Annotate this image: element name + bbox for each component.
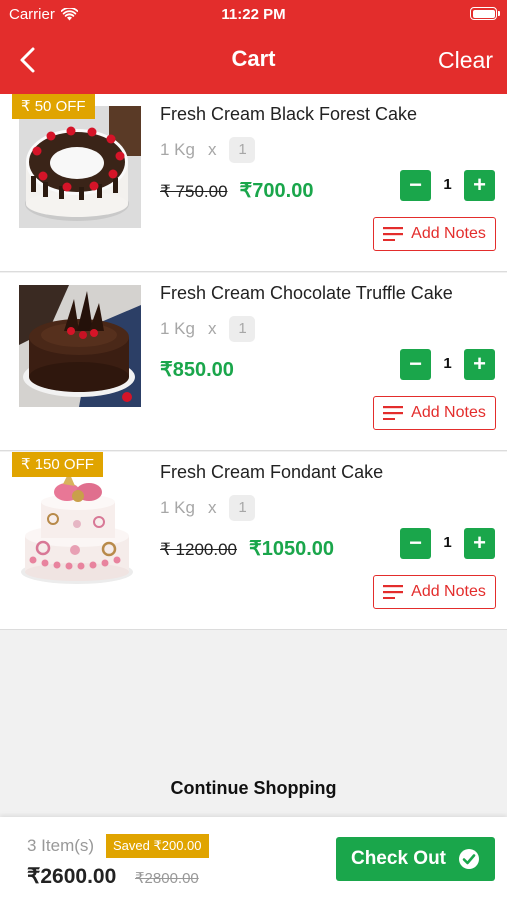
- battery-icon: [470, 7, 500, 20]
- minus-icon: −: [409, 351, 422, 376]
- offer-badge: ₹ 50 OFF: [12, 94, 95, 119]
- clear-cart-button[interactable]: Clear: [438, 47, 493, 74]
- minus-icon: −: [409, 530, 422, 555]
- item-name: Fresh Cream Chocolate Truffle Cake: [160, 283, 453, 303]
- app-header: Carrier 11:22 PM Cart Clear: [0, 0, 507, 94]
- status-bar: Carrier 11:22 PM: [0, 0, 507, 30]
- quantity-value: 1: [443, 176, 452, 193]
- item-unit-count: 1: [229, 137, 256, 163]
- add-notes-button[interactable]: Add Notes: [373, 217, 496, 251]
- quantity-value: 1: [443, 534, 452, 551]
- decrease-quantity-button[interactable]: −: [400, 528, 431, 559]
- cart-item: ₹ 150 OFF Fresh Cream Fondant Cake 1 Kg …: [0, 452, 507, 630]
- add-notes-label: Add Notes: [411, 225, 486, 242]
- add-notes-button[interactable]: Add Notes: [373, 575, 496, 609]
- minus-icon: −: [409, 172, 422, 197]
- plus-icon: +: [473, 172, 486, 197]
- decrease-quantity-button[interactable]: −: [400, 349, 431, 380]
- item-weight-row: 1 Kg x 1: [160, 316, 256, 342]
- quantity-stepper: − 1 +: [400, 528, 495, 559]
- sale-price: ₹850.00: [160, 359, 234, 381]
- chocolate-truffle-cake-image: [19, 285, 141, 407]
- item-weight: 1 Kg: [160, 319, 195, 338]
- plus-icon: +: [473, 530, 486, 555]
- cart-item: ₹ 50 OFF Fresh Cream Black Forest Cake 1…: [0, 94, 507, 272]
- increase-quantity-button[interactable]: +: [464, 170, 495, 201]
- item-weight-row: 1 Kg x 1: [160, 495, 256, 521]
- sale-price: ₹1050.00: [249, 538, 335, 560]
- checkout-bar: 3 Item(s) Saved ₹200.00 ₹2600.00 ₹2800.0…: [0, 817, 507, 900]
- price-row: ₹ 750.00 ₹700.00: [160, 178, 313, 203]
- continue-shopping-button[interactable]: Continue Shopping: [0, 778, 507, 799]
- item-unit-count: 1: [229, 495, 256, 521]
- black-forest-cake-image: [19, 106, 141, 228]
- item-weight-row: 1 Kg x 1: [160, 137, 256, 163]
- add-notes-label: Add Notes: [411, 404, 486, 421]
- fondant-cake-image: [19, 464, 141, 586]
- check-circle-icon: [459, 849, 480, 869]
- notes-icon: [383, 585, 404, 599]
- add-notes-label: Add Notes: [411, 583, 486, 600]
- item-name: Fresh Cream Fondant Cake: [160, 462, 384, 482]
- notes-icon: [383, 406, 404, 420]
- times-sign: x: [207, 319, 217, 338]
- plus-icon: +: [473, 351, 486, 376]
- offer-badge: ₹ 150 OFF: [12, 452, 103, 477]
- quantity-value: 1: [443, 355, 452, 372]
- status-time: 11:22 PM: [221, 6, 286, 23]
- cart-item: Fresh Cream Chocolate Truffle Cake 1 Kg …: [0, 273, 507, 451]
- add-notes-button[interactable]: Add Notes: [373, 396, 496, 430]
- checkout-button[interactable]: Check Out: [336, 837, 495, 881]
- decrease-quantity-button[interactable]: −: [400, 170, 431, 201]
- item-weight: 1 Kg: [160, 498, 195, 517]
- notes-icon: [383, 227, 404, 241]
- quantity-stepper: − 1 +: [400, 170, 495, 201]
- total-price: ₹2600.00: [27, 865, 117, 888]
- price-row: ₹850.00: [160, 357, 234, 382]
- item-unit-count: 1: [229, 316, 256, 342]
- quantity-stepper: − 1 +: [400, 349, 495, 380]
- times-sign: x: [207, 140, 217, 159]
- price-row: ₹ 1200.00 ₹1050.00: [160, 536, 334, 561]
- original-price: ₹ 750.00: [160, 182, 228, 201]
- items-count: 3 Item(s): [27, 836, 95, 855]
- item-name: Fresh Cream Black Forest Cake: [160, 104, 418, 124]
- original-price: ₹ 1200.00: [160, 540, 237, 559]
- item-weight: 1 Kg: [160, 140, 195, 159]
- increase-quantity-button[interactable]: +: [464, 349, 495, 380]
- mrp-total: ₹2800.00: [135, 870, 199, 887]
- sale-price: ₹700.00: [239, 180, 314, 202]
- checkout-label: Check Out: [350, 848, 447, 869]
- page-title: Cart: [231, 46, 276, 71]
- increase-quantity-button[interactable]: +: [464, 528, 495, 559]
- times-sign: x: [207, 498, 217, 517]
- saved-badge: Saved ₹200.00: [106, 834, 209, 858]
